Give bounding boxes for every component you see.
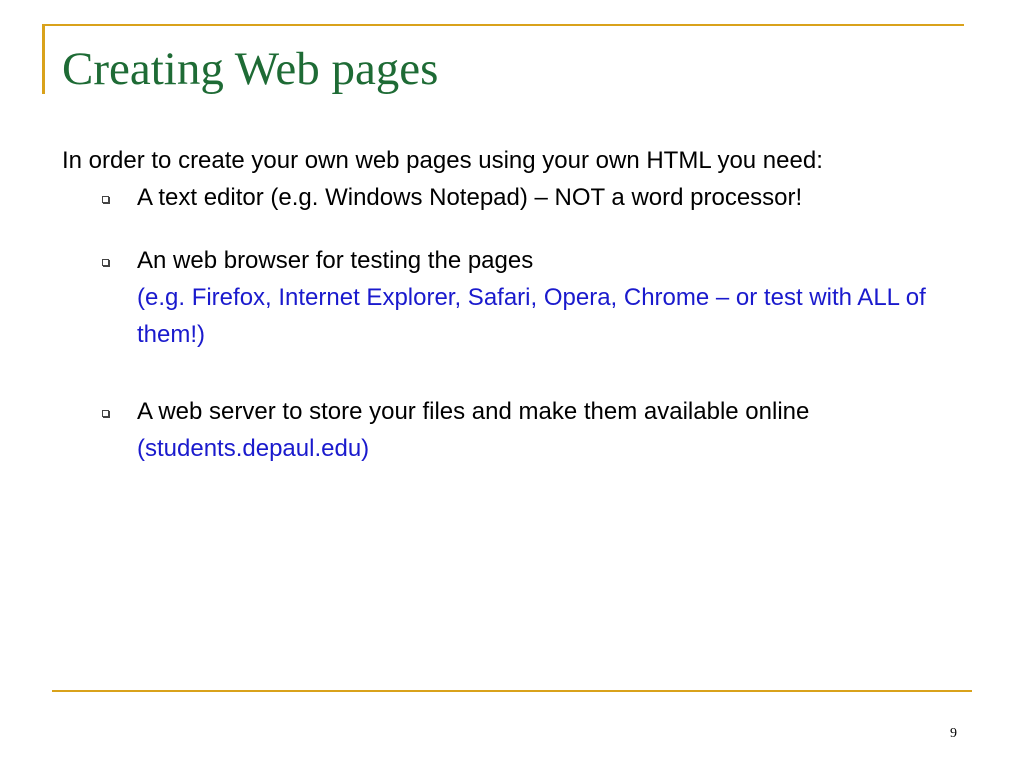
square-bullet-icon [102, 196, 109, 203]
bullet-item-web-browser: An web browser for testing the pages (e.… [62, 242, 962, 353]
slide: Creating Web pages In order to create yo… [0, 0, 1024, 768]
bullet-item-text-editor: A text editor (e.g. Windows Notepad) – N… [62, 179, 962, 216]
page-number: 9 [950, 726, 957, 741]
bullet-item-web-server: A web server to store your files and mak… [62, 393, 962, 467]
bullet-list: A text editor (e.g. Windows Notepad) – N… [62, 179, 962, 467]
slide-title: Creating Web pages [62, 43, 439, 95]
frame-top-line [44, 24, 964, 26]
frame-left-line [42, 24, 45, 94]
bullet-text: A text editor (e.g. Windows Notepad) – N… [137, 184, 803, 211]
square-bullet-icon [102, 259, 109, 266]
square-bullet-icon [102, 410, 109, 417]
bullet-text: A web server to store your files and mak… [137, 398, 810, 425]
slide-body: In order to create your own web pages us… [62, 144, 962, 467]
bullet-text: An web browser for testing the pages [137, 247, 534, 274]
bullet-note: (e.g. Firefox, Internet Explorer, Safari… [137, 284, 926, 348]
frame-bottom-line [52, 690, 972, 692]
intro-text: In order to create your own web pages us… [62, 147, 823, 174]
bullet-note: (students.depaul.edu) [137, 435, 370, 462]
